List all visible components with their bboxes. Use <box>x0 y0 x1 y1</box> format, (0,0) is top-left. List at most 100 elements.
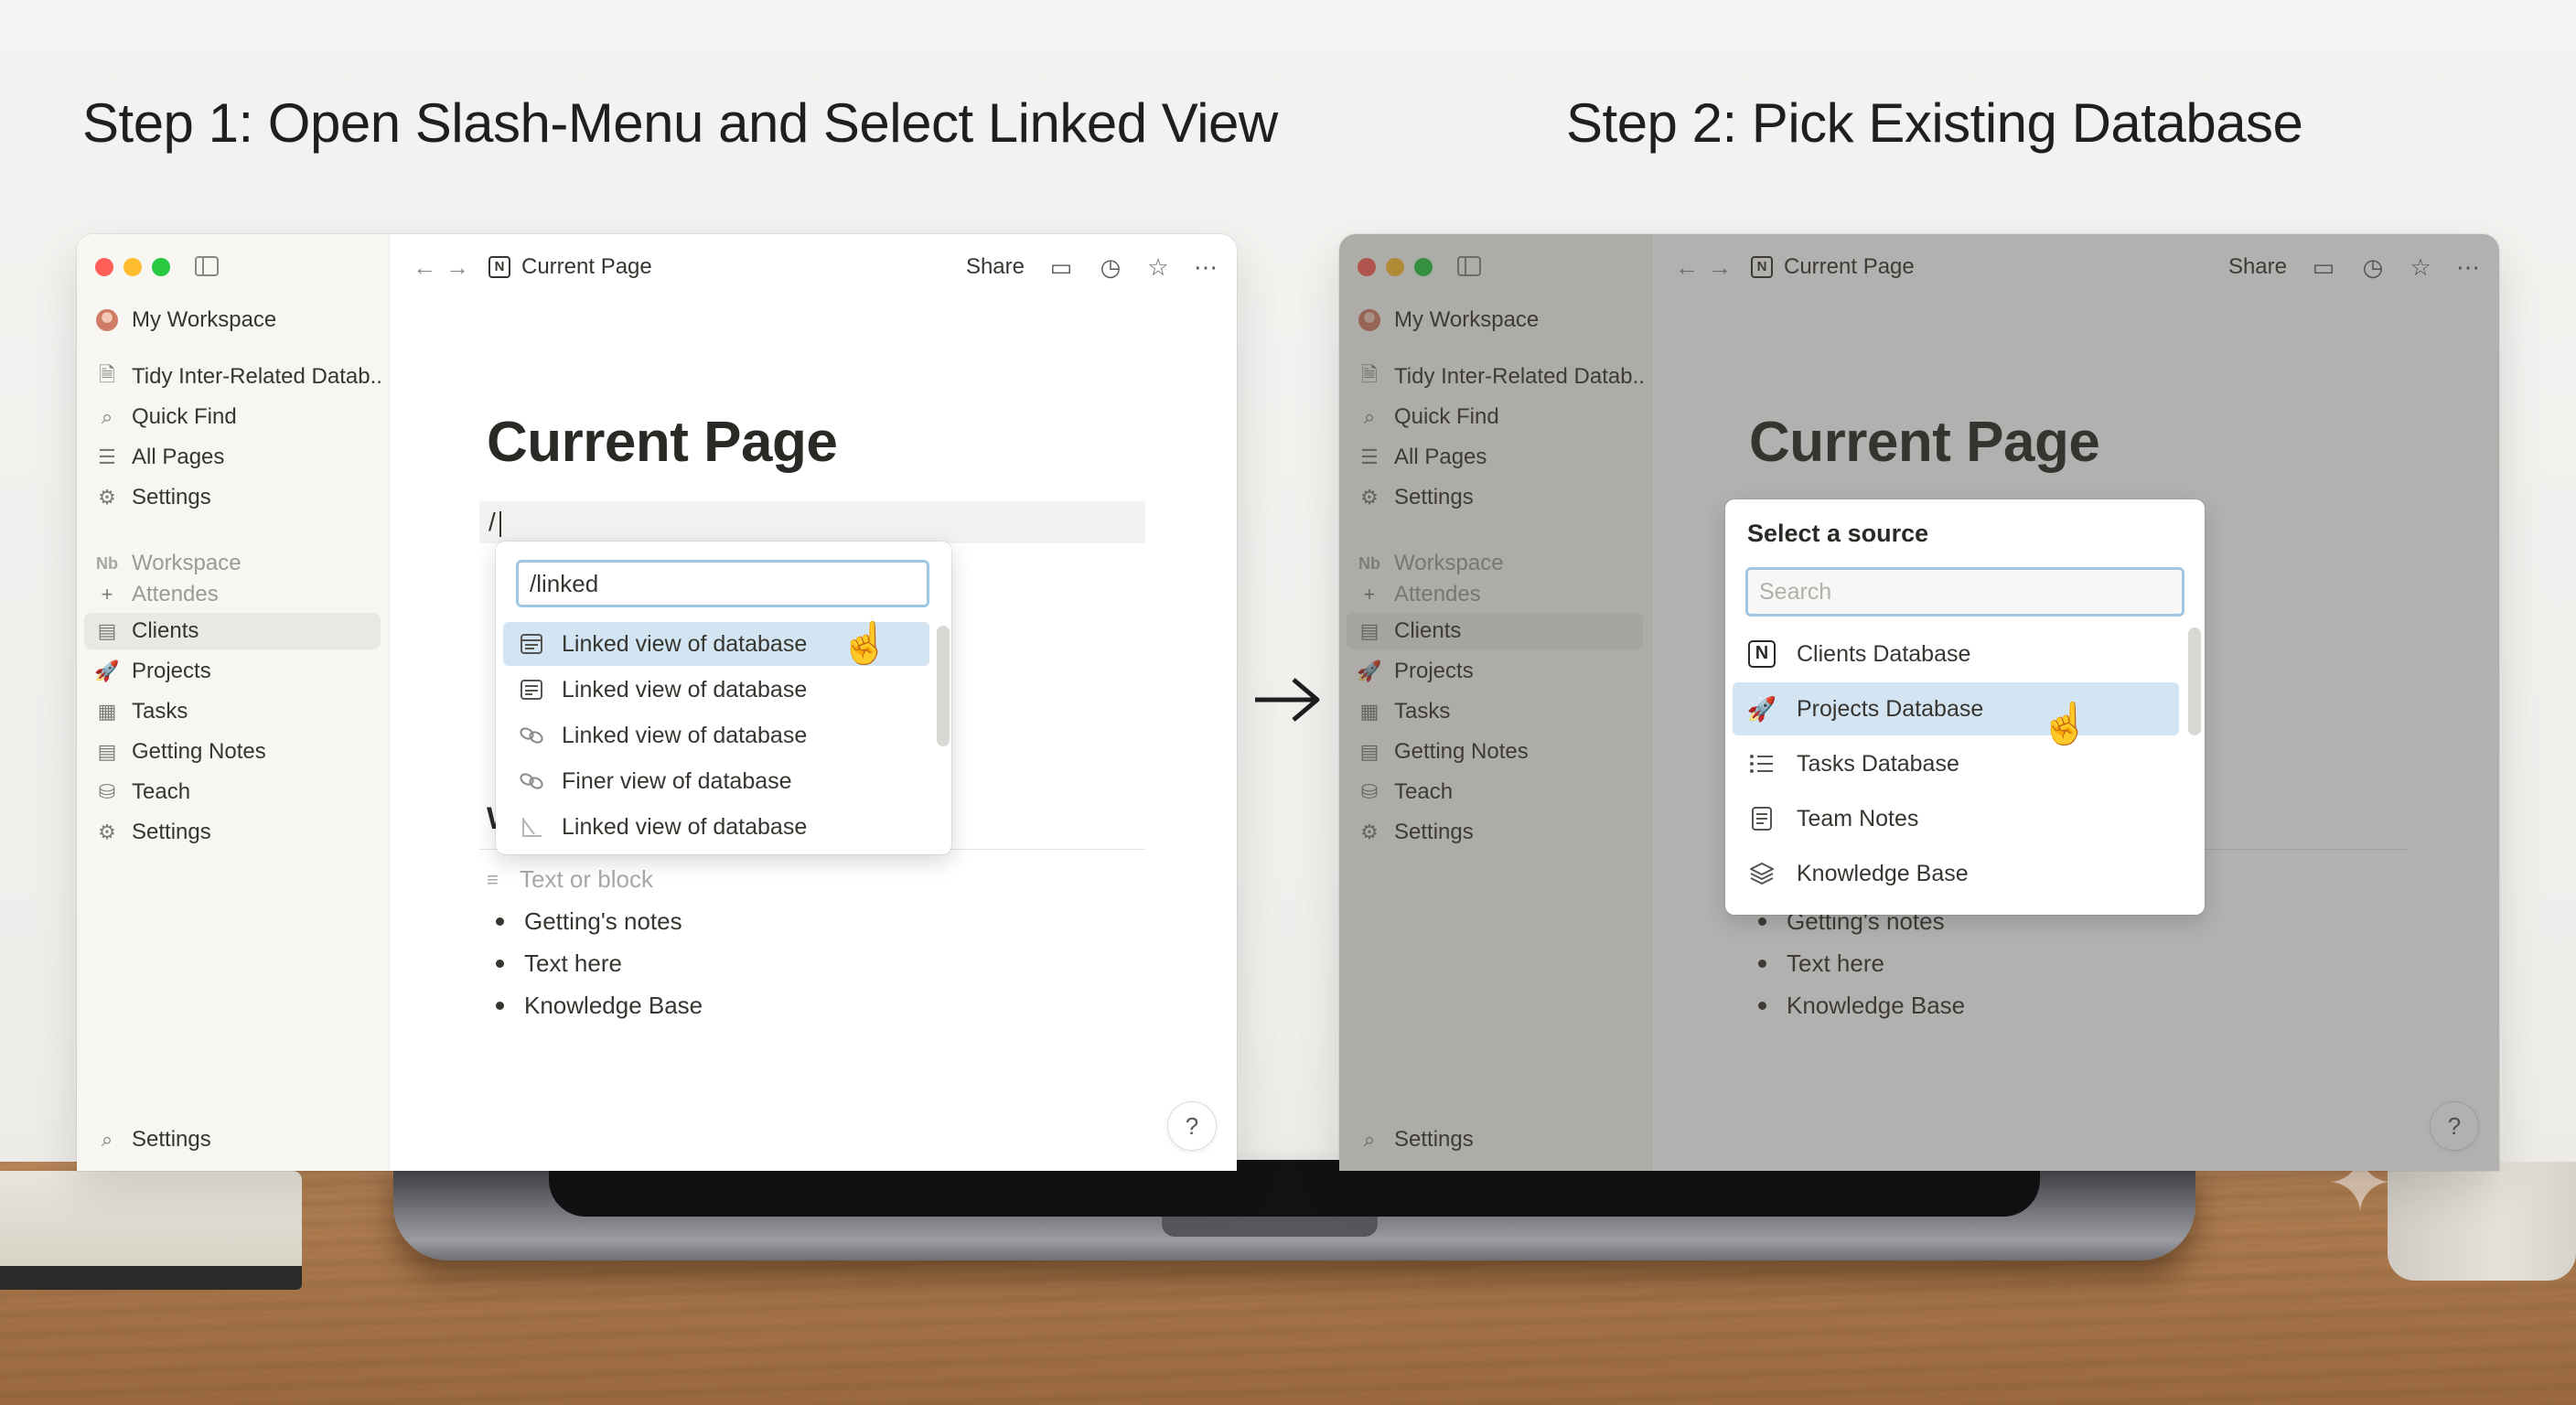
dialog-title: Select a source <box>1747 520 1929 547</box>
list-item[interactable]: Getting's notes <box>487 907 682 936</box>
slash-menu: /linked Linked view of database Linked v… <box>496 542 951 854</box>
source-search-field[interactable] <box>1745 567 2184 617</box>
menu-item-label: Linked view of database <box>562 630 808 657</box>
source-item-clients-database[interactable]: N Clients Database <box>1733 627 2179 681</box>
sidebar-item-all-pages[interactable]: ☰ All Pages <box>84 439 381 476</box>
sidebar-item-tidy[interactable]: 🗎 Tidy Inter-Related Datab... <box>84 359 381 395</box>
sidebar-item-quick-find[interactable]: ⌕ Quick Find <box>84 399 381 435</box>
search-icon: ⌕ <box>101 1128 113 1151</box>
share-button[interactable]: Share <box>966 254 1025 280</box>
menu-item-label: Finer view of database <box>562 767 792 794</box>
document-icon <box>518 676 545 703</box>
rocket-icon: 🚀 <box>94 660 120 682</box>
history-icon[interactable]: ◷ <box>1096 252 1125 282</box>
sidebar-add-item[interactable]: + Attendes <box>84 576 381 613</box>
list-item[interactable]: Knowledge Base <box>487 992 703 1020</box>
forward-arrow-icon[interactable]: → <box>445 254 470 280</box>
right-arrow-icon <box>1255 678 1320 722</box>
link-icon <box>518 767 545 795</box>
source-item-projects-database[interactable]: 🚀 Projects Database <box>1733 682 2179 735</box>
list-icon: ☰ <box>98 445 116 468</box>
page-icon: 🗎 <box>99 363 115 386</box>
hand-cursor-icon: ☝ <box>2040 702 2090 746</box>
source-item-label: Tasks Database <box>1797 750 1959 777</box>
source-item-tasks-database[interactable]: Tasks Database <box>1733 737 2179 790</box>
text-lines-icon: ≡ <box>487 867 499 891</box>
page-title: Current Page <box>487 411 838 474</box>
comment-icon[interactable]: ▭ <box>1046 252 1076 282</box>
workspace-badge-icon: Nb <box>96 553 118 573</box>
menu-item-finer-view[interactable]: Finer view of database <box>503 759 929 803</box>
notebook <box>0 1171 302 1290</box>
coffee-mug <box>2388 1162 2576 1281</box>
database-icon: ▤ <box>97 740 117 763</box>
help-button[interactable]: ? <box>1167 1101 1217 1151</box>
table-icon: ▦ <box>97 700 117 723</box>
menu-item-label: Linked view of database <box>562 722 808 748</box>
sidebar-item-getting-notes[interactable]: ▤ Getting Notes <box>84 734 381 770</box>
source-scrollbar[interactable] <box>2188 627 2201 735</box>
back-arrow-icon[interactable]: ← <box>412 254 437 280</box>
menu-item-linked-view-3[interactable]: Linked view of database <box>503 713 929 757</box>
sidebar-item-label: Getting Notes <box>132 739 266 764</box>
notion-logo-icon: N <box>1747 639 1776 669</box>
slash-text: / <box>488 508 496 536</box>
sidebar-item-clients[interactable]: ▤ Clients <box>84 613 381 649</box>
notion-logo-icon: N <box>488 256 510 278</box>
sidebar-item-projects[interactable]: 🚀 Projects <box>84 653 381 690</box>
sidebar-item-settings[interactable]: ⚙ Settings <box>84 479 381 516</box>
cylinder-icon: ⛁ <box>98 780 116 803</box>
workspace-switcher[interactable]: My Workspace <box>84 302 381 338</box>
menu-item-linked-view-2[interactable]: Linked view of database <box>503 668 929 712</box>
sidebar-item-label: Settings <box>132 820 211 844</box>
source-search-input[interactable] <box>1748 570 2182 614</box>
slash-command-line[interactable]: / <box>479 501 1145 543</box>
workspace-name: My Workspace <box>132 307 277 332</box>
star-icon[interactable]: ☆ <box>1143 252 1173 282</box>
list-icon <box>1747 749 1776 778</box>
plus-icon: + <box>101 583 113 606</box>
menu-item-linked-view-4[interactable]: Linked view of database <box>503 805 929 849</box>
sidebar-footer-settings[interactable]: ⌕ Settings <box>84 1121 381 1158</box>
sidebar-item-label: Clients <box>132 618 199 643</box>
sidebar-item-settings-2[interactable]: ⚙ Settings <box>84 814 381 851</box>
link-icon <box>518 722 545 749</box>
step1-title: Step 1: Open Slash-Menu and Select Linke… <box>82 92 1278 154</box>
menu-scrollbar[interactable] <box>937 626 950 746</box>
placeholder-block[interactable]: ≡ Text or block <box>487 865 653 894</box>
list-item-text: Knowledge Base <box>524 992 703 1019</box>
sidebar-item-tasks[interactable]: ▦ Tasks <box>84 693 381 730</box>
list-item[interactable]: Text here <box>487 949 622 978</box>
list-item-text: Getting's notes <box>524 907 682 935</box>
gear-icon: ⚙ <box>98 820 116 843</box>
more-icon[interactable]: ⋯ <box>1191 252 1220 282</box>
sidebar-toggle-icon[interactable] <box>194 254 220 278</box>
text-caret <box>499 510 501 537</box>
app-window-step1: My Workspace 🗎 Tidy Inter-Related Datab.… <box>77 234 1237 1171</box>
sidebar-item-label: Projects <box>132 659 211 683</box>
document-icon <box>1747 804 1776 833</box>
chart-icon <box>518 813 545 841</box>
source-item-team-notes[interactable]: Team Notes <box>1733 792 2179 845</box>
close-window-button[interactable] <box>95 258 113 276</box>
step2-title: Step 2: Pick Existing Database <box>1566 92 2303 154</box>
sidebar-item-label: Tidy Inter-Related Datab... <box>132 364 381 389</box>
sidebar-item-teach[interactable]: ⛁ Teach <box>84 774 381 810</box>
source-item-label: Projects Database <box>1797 695 1984 722</box>
bullet-icon <box>496 917 504 926</box>
breadcrumb[interactable]: Current Page <box>521 254 652 280</box>
list-item-text: Text here <box>524 949 622 977</box>
sidebar: My Workspace 🗎 Tidy Inter-Related Datab.… <box>77 234 390 1171</box>
sidebar-item-label: Quick Find <box>132 404 237 429</box>
source-item-label: Team Notes <box>1797 805 1919 831</box>
section-label: Workspace <box>132 551 242 575</box>
gear-icon: ⚙ <box>98 486 116 509</box>
avatar <box>95 308 119 332</box>
source-item-label: Clients Database <box>1797 640 1971 667</box>
hand-cursor-icon: ☝ <box>840 621 890 666</box>
maximize-window-button[interactable] <box>152 258 170 276</box>
source-item-knowledge-base[interactable]: Knowledge Base <box>1733 847 2179 900</box>
sidebar-item-label: Settings <box>132 1127 211 1152</box>
minimize-window-button[interactable] <box>123 258 142 276</box>
slash-search-input[interactable]: /linked <box>516 560 929 607</box>
